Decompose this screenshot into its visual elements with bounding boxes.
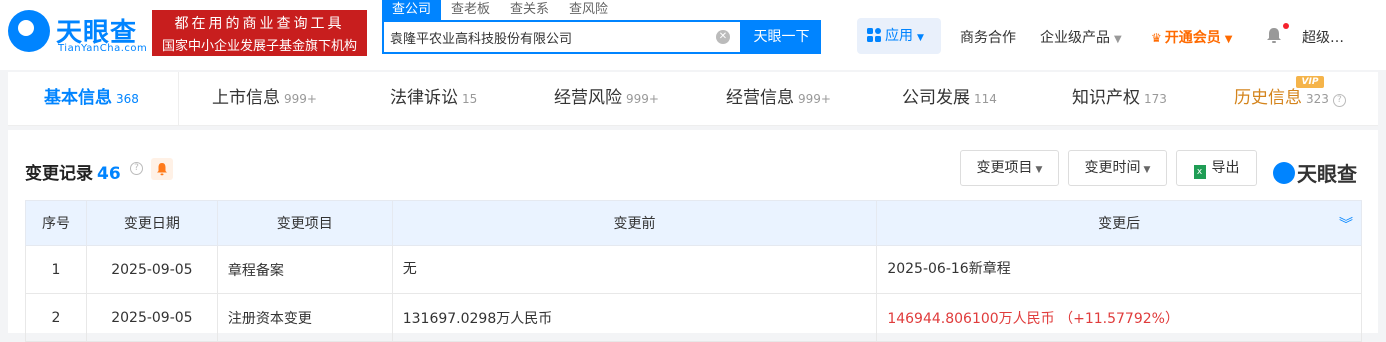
monitor-bell-button[interactable] (151, 158, 173, 180)
chevron-down-icon: ▼ (1114, 34, 1122, 45)
tab-label: 经营风险 (554, 88, 622, 108)
tab-basic-info[interactable]: 基本信息 368 (44, 72, 139, 126)
cell-no: 2 (25, 293, 87, 342)
nav-vip-label: 开通会员 (1164, 30, 1221, 46)
logo-eye-icon (8, 10, 50, 52)
apps-button[interactable]: 应用 ▼ (857, 18, 941, 54)
tab-count: 323 (1306, 92, 1329, 106)
slogan-line-2: 国家中小企业发展子基金旗下机构 (161, 39, 357, 54)
grid-icon (867, 28, 881, 42)
table-header-row: 序号 变更日期 变更项目 变更前 变更后 ︾ (25, 200, 1362, 246)
nav-enterprise-products[interactable]: 企业级产品 ▼ (1040, 27, 1122, 47)
nav-open-vip[interactable]: ♛ 开通会员 ▼ (1151, 27, 1232, 47)
bell-icon (157, 163, 167, 176)
tab-listing-info[interactable]: 上市信息 999+ (212, 72, 317, 126)
cell-date: 2025-09-05 (85, 293, 218, 342)
tab-count: 999+ (284, 92, 317, 106)
tab-history-info[interactable]: 历史信息 323? (1234, 72, 1346, 126)
vip-badge: VIP (1296, 76, 1324, 88)
table-row: 2 2025-09-05 注册资本变更 131697.0298万人民币 1469… (25, 293, 1362, 342)
search-input[interactable] (390, 22, 710, 52)
tab-business-info[interactable]: 经营信息 999+ (726, 72, 831, 126)
tab-label: 知识产权 (1072, 88, 1140, 108)
tab-business-risk[interactable]: 经营风险 999+ (554, 72, 659, 126)
tab-company-development[interactable]: 公司发展 114 (902, 72, 997, 126)
nav-enterprise-label: 企业级产品 (1040, 30, 1110, 46)
export-label: 导出 (1211, 160, 1240, 176)
col-header-after-label: 变更后 (1098, 216, 1141, 232)
tab-label: 经营信息 (726, 88, 794, 108)
logo-domain: TianYanCha.com (58, 43, 148, 54)
brand-text: 天眼查 (1297, 162, 1357, 186)
notification-dot (1283, 23, 1289, 29)
filter-item-label: 变更项目 (976, 160, 1033, 176)
help-icon[interactable]: ? (130, 162, 143, 175)
nav-business-cooperation[interactable]: 商务合作 (960, 27, 1016, 47)
change-records-table: 序号 变更日期 变更项目 变更前 变更后 ︾ 1 2025-09-05 章程备案 … (25, 200, 1362, 342)
tab-count: 368 (116, 92, 139, 106)
tab-count: 114 (974, 92, 997, 106)
section-count: 46 (97, 164, 121, 184)
col-header-item: 变更项目 (216, 200, 393, 246)
slogan-line-1: 都在用的商业查询工具 (174, 16, 345, 32)
help-icon[interactable]: ? (1332, 94, 1346, 107)
search-tab-risk[interactable]: 查风险 (559, 0, 618, 20)
tab-count: 15 (462, 92, 478, 106)
clear-icon[interactable]: ✕ (716, 30, 730, 44)
cell-before: 无 (391, 245, 878, 294)
search-type-tabs: 查公司 查老板 查关系 查风险 (382, 0, 618, 20)
chevron-down-icon: ▼ (1224, 34, 1233, 45)
chevron-down-icon: ▼ (1143, 165, 1151, 175)
cell-before: 131697.0298万人民币 (391, 293, 878, 342)
tab-label: 上市信息 (212, 88, 280, 108)
module-tabs: 基本信息 368 上市信息 999+ 法律诉讼 15 经营风险 999+ 经营信息 999… (8, 72, 1378, 126)
section-title: 变更记录 46 (25, 159, 121, 184)
search-box: ✕ (382, 20, 742, 54)
user-menu[interactable]: 超级… (1302, 27, 1344, 47)
double-chevron-down-icon[interactable]: ︾ (1339, 214, 1353, 234)
filter-time-label: 变更时间 (1084, 160, 1141, 176)
search-tab-boss[interactable]: 查老板 (441, 0, 500, 20)
slogan-banner: 都在用的商业查询工具 国家中小企业发展子基金旗下机构 (152, 10, 367, 56)
bell-icon[interactable] (1265, 26, 1283, 44)
chevron-down-icon: ▼ (917, 33, 924, 43)
search-tab-company[interactable]: 查公司 (382, 0, 442, 20)
col-header-no: 序号 (25, 200, 87, 246)
cell-date: 2025-09-05 (85, 245, 218, 294)
col-header-after: 变更后 ︾ (876, 200, 1362, 246)
tab-ip[interactable]: 知识产权 173 (1072, 72, 1167, 126)
export-button[interactable]: x 导出 (1176, 150, 1257, 186)
excel-icon: x (1193, 165, 1206, 179)
tab-count: 173 (1144, 92, 1167, 106)
search-tab-relation[interactable]: 查关系 (500, 0, 559, 20)
filter-change-time-dropdown[interactable]: 变更时间 ▼ (1068, 150, 1167, 186)
crown-icon: ♛ (1151, 31, 1162, 45)
section-title-text: 变更记录 (25, 164, 93, 184)
cell-item: 注册资本变更 (216, 293, 393, 342)
cell-item: 章程备案 (216, 245, 393, 294)
tab-count: 999+ (798, 92, 831, 106)
top-bar: 天眼查 TianYanCha.com 都在用的商业查询工具 国家中小企业发展子基… (0, 0, 1386, 70)
tab-count: 999+ (626, 92, 659, 106)
cell-after: 146944.806100万人民币 （+11.57792%） (876, 293, 1362, 342)
filter-change-item-dropdown[interactable]: 变更项目 ▼ (960, 150, 1059, 186)
tab-label: 历史信息 (1234, 88, 1302, 108)
logo-eye-icon (1273, 162, 1295, 184)
brand-watermark: 天眼查 (1273, 158, 1357, 187)
apps-label: 应用 (885, 28, 913, 44)
tab-label: 公司发展 (902, 88, 970, 108)
search-button[interactable]: 天眼一下 (742, 20, 821, 54)
tab-legal[interactable]: 法律诉讼 15 (390, 72, 477, 126)
chevron-down-icon: ▼ (1035, 165, 1043, 175)
cell-no: 1 (25, 245, 87, 294)
col-header-date: 变更日期 (85, 200, 218, 246)
change-records-panel: 变更记录 46 ? 变更项目 ▼ 变更时间 ▼ x 导出 天眼查 序号 变更日期 变更项… (8, 130, 1378, 342)
site-logo[interactable]: 天眼查 TianYanCha.com (8, 6, 148, 56)
cell-after: 2025-06-16新章程 (876, 245, 1362, 294)
tab-label: 基本信息 (44, 88, 112, 108)
table-row: 1 2025-09-05 章程备案 无 2025-06-16新章程 (25, 245, 1362, 294)
col-header-before: 变更前 (391, 200, 878, 246)
tab-label: 法律诉讼 (390, 88, 458, 108)
tab-divider (178, 72, 179, 126)
